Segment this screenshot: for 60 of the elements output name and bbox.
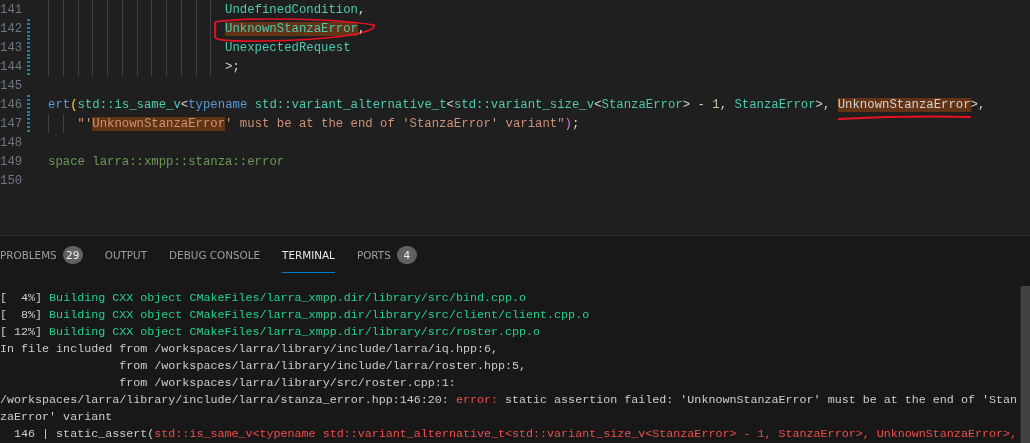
line-number: 148 — [0, 135, 22, 150]
terminal-line: 146 | static_assert(std::is_same_v<typename std::variant_alternative_t<std::variant_size_v<StanzaError> - 1, StanzaError>, UnknownStanzaError>, — [13, 426, 1018, 443]
code-text: StanzaError — [734, 97, 816, 112]
terminal-line: [ 12%] Building CXX object CMakeFiles/larra_xmpp.dir/library/src/roster.cpp.o — [0, 324, 542, 341]
terminal-line: from /workspaces/larra/library/src/roster.cpp:1: — [118, 375, 457, 392]
line-number: 144 — [0, 59, 22, 74]
code-text: 1 — [712, 97, 720, 112]
code-text: < — [594, 97, 602, 112]
tab-label: PROBLEMS — [0, 249, 57, 261]
code-text: ert — [48, 97, 71, 112]
terminal-line: from /workspaces/larra/library/include/larra/roster.hpp:5, — [118, 358, 528, 375]
code-text: UnexpectedRequest — [225, 40, 351, 55]
code-text: < — [446, 97, 454, 112]
code-text: , — [719, 97, 729, 112]
code-text: , — [357, 2, 366, 17]
code-text: ; — [571, 116, 580, 131]
line-number: 147 — [0, 116, 22, 131]
panel-tab[interactable]: TERMINAL — [282, 237, 335, 273]
panel-tab[interactable]: OUTPUT — [104, 237, 148, 273]
line-number: 142 — [0, 21, 22, 36]
tab-label: PORTS — [356, 249, 391, 261]
line-number: 143 — [0, 40, 22, 55]
code-text: ( — [70, 97, 78, 112]
code-text: ' must be at the end of 'StanzaError' variant" — [225, 116, 565, 131]
code-text: UndefinedCondition — [225, 2, 358, 17]
code-text: , — [357, 21, 366, 36]
highlighted-code-text: UnknownStanzaError — [92, 116, 226, 131]
line-number: 141 — [0, 2, 22, 17]
line-number: 145 — [0, 78, 22, 93]
terminal-line: In file included from /workspaces/larra/library/include/larra/iq.hpp:6, — [0, 341, 499, 358]
code-text: > - — [682, 97, 706, 112]
scrollbar[interactable] — [1020, 286, 1030, 443]
code-text: >, — [815, 97, 832, 112]
count-badge: 29 — [62, 246, 83, 264]
code-text: >; — [225, 59, 240, 74]
code-text: std::variant_alternative_t — [253, 97, 447, 112]
tab-label: OUTPUT — [104, 249, 148, 261]
terminal-line: /workspaces/larra/library/include/larra/stanza_error.hpp:146:20: error: static assertion failed: 'UnknownStanzaError' must be at the end of 'Stan — [0, 392, 1018, 409]
code-text: >, — [970, 97, 986, 112]
code-text: StanzaError — [601, 97, 683, 112]
code-text: < — [180, 97, 189, 112]
terminal-line: [ 4%] Building CXX object CMakeFiles/larra_xmpp.dir/library/src/bind.cpp.o — [0, 290, 528, 307]
line-number: 150 — [0, 173, 22, 188]
code-text: space larra::xmpp::stanza::error — [48, 154, 285, 169]
terminal-line: [ 8%] Building CXX object CMakeFiles/larra_xmpp.dir/library/src/client/client.cpp.o — [0, 307, 591, 324]
code-text: std::is_same_v — [77, 97, 181, 112]
panel-tab[interactable]: PROBLEMS 29 — [0, 237, 83, 273]
code-text: "' — [77, 116, 93, 131]
line-number: 149 — [0, 154, 22, 169]
code-text: typename — [188, 97, 248, 112]
tab-label: DEBUG CONSOLE — [169, 249, 261, 261]
line-number: 146 — [0, 97, 22, 112]
panel-tab[interactable]: PORTS 4 — [356, 237, 417, 273]
code-text: ) — [564, 116, 572, 131]
tab-label: TERMINAL — [282, 249, 335, 261]
code-text: std::variant_size_v — [453, 97, 595, 112]
terminal-line: zaError' variant — [0, 409, 114, 426]
count-badge: 4 — [396, 246, 417, 264]
panel-tab[interactable]: DEBUG CONSOLE — [169, 237, 261, 273]
code-editor[interactable] — [0, 0, 1030, 235]
